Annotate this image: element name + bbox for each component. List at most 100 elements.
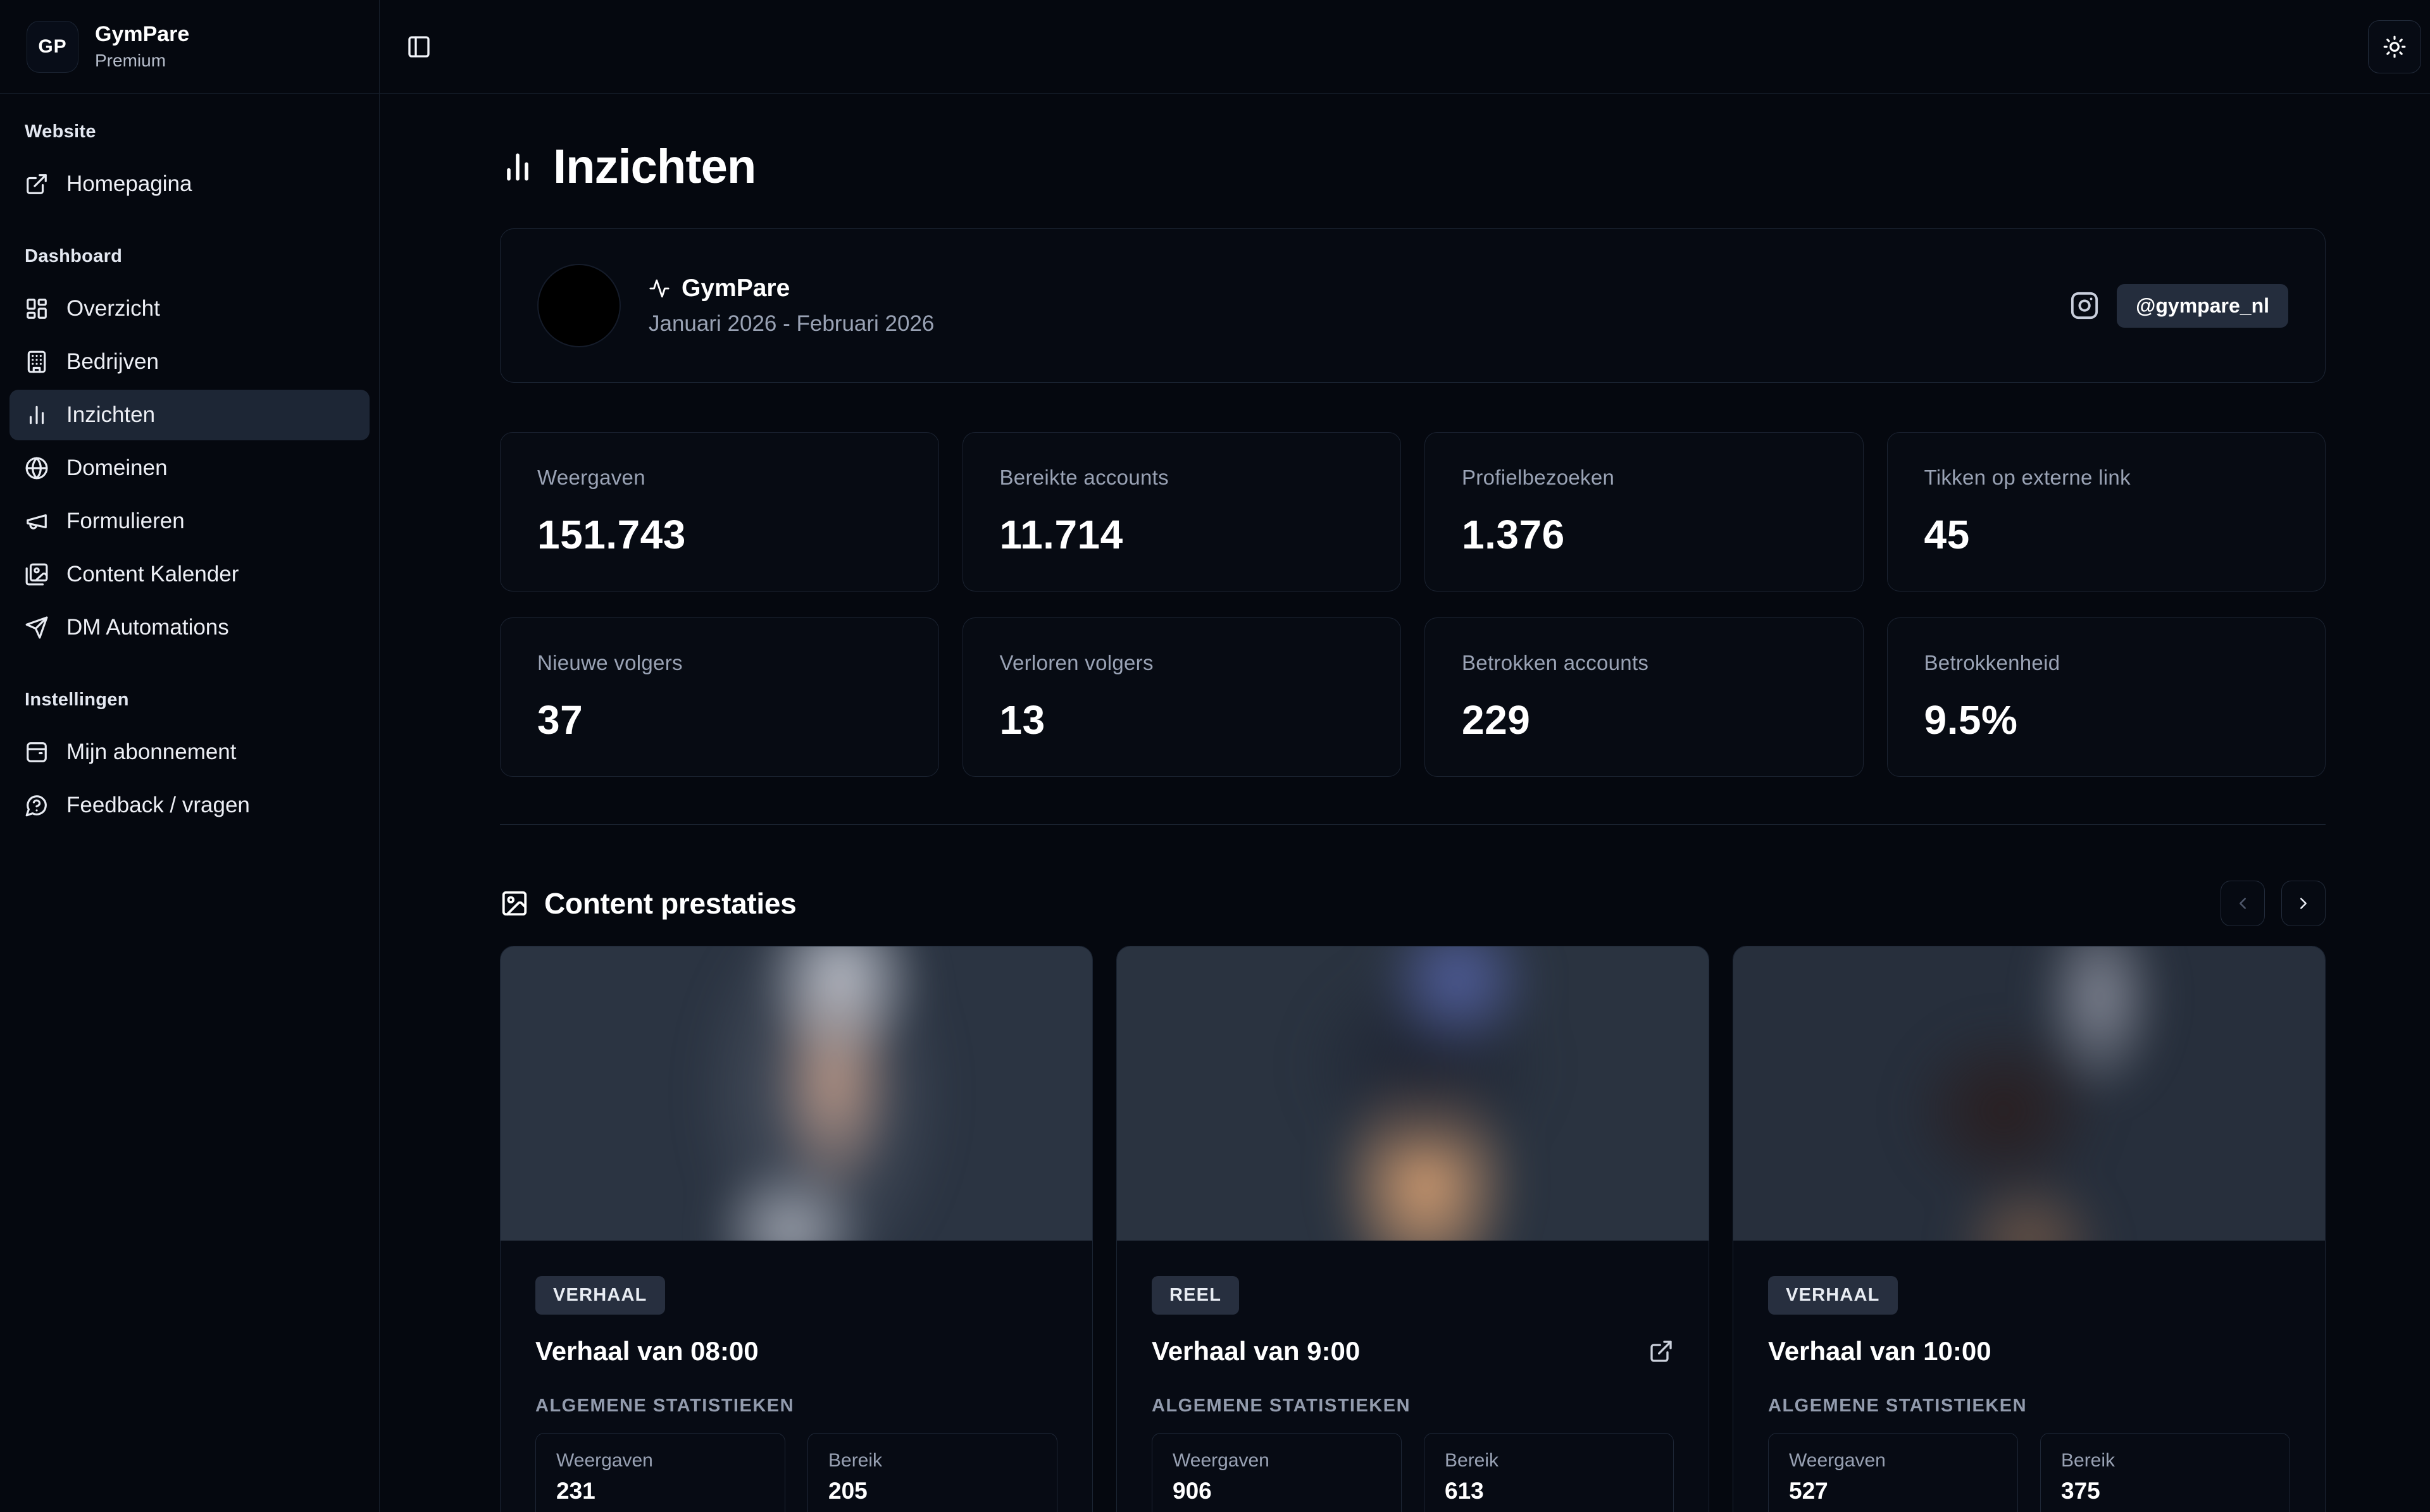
section-divider: [500, 824, 2326, 825]
topbar: [380, 0, 2430, 94]
panel-left-icon: [406, 34, 432, 59]
content-card-title: Verhaal van 08:00: [535, 1336, 759, 1366]
sidebar-sections: Website Homepagina Dashboard Overzicht B…: [0, 94, 379, 895]
chevron-right-icon: [2294, 894, 2313, 913]
brand-row: GP GymPare Premium: [0, 0, 379, 94]
content-card-image: [1117, 946, 1709, 1241]
stat-card-profielbezoeken: Profielbezoeken 1.376: [1424, 432, 1864, 592]
page-title-row: Inzichten: [500, 139, 2326, 194]
external-link-icon: [25, 172, 49, 196]
profile-info: GymPare Januari 2026 - Februari 2026: [649, 275, 934, 337]
content-card[interactable]: REEL Verhaal van 9:00 ALGEMENE STATISTIE…: [1116, 946, 1709, 1512]
card-stats-heading: ALGEMENE STATISTIEKEN: [1768, 1396, 2290, 1416]
blurred-photo: [501, 946, 1092, 1241]
content-card[interactable]: VERHAAL Verhaal van 10:00 ALGEMENE STATI…: [1733, 946, 2326, 1512]
sidebar-item-domeinen[interactable]: Domeinen: [9, 443, 370, 493]
content-card[interactable]: VERHAAL Verhaal van 08:00 ALGEMENE STATI…: [500, 946, 1093, 1512]
content-card-body: VERHAAL Verhaal van 08:00 ALGEMENE STATI…: [501, 1241, 1092, 1512]
send-icon: [25, 616, 49, 640]
card-stats-heading: ALGEMENE STATISTIEKEN: [535, 1396, 1057, 1416]
instagram-icon: [2070, 291, 2099, 320]
stat-value: 13: [1000, 697, 1364, 743]
sidebar-item-label: Bedrijven: [66, 349, 159, 375]
sidebar-item-overzicht[interactable]: Overzicht: [9, 283, 370, 334]
metric-value: 613: [1445, 1478, 1653, 1504]
metric-box: Weergaven 527: [1768, 1433, 2018, 1512]
sidebar-item-feedback-vragen[interactable]: Feedback / vragen: [9, 780, 370, 831]
sidebar-item-dm-automations[interactable]: DM Automations: [9, 602, 370, 653]
carousel-controls: [2221, 881, 2326, 926]
stat-label: Verloren volgers: [1000, 651, 1364, 675]
sidebar-section-items: Overzicht Bedrijven Inzichten Domeinen F…: [9, 283, 370, 653]
sidebar-section-items: Mijn abonnement Feedback / vragen: [9, 727, 370, 831]
sidebar-item-label: Formulieren: [66, 509, 185, 534]
carousel-prev-button[interactable]: [2221, 881, 2265, 926]
image-icon: [500, 889, 529, 918]
sidebar-item-inzichten[interactable]: Inzichten: [9, 390, 370, 440]
app-root: GP GymPare Premium Website Homepagina Da…: [0, 0, 2430, 1512]
stat-label: Weergaven: [537, 466, 902, 490]
profile-card: GymPare Januari 2026 - Februari 2026 @gy…: [500, 228, 2326, 383]
megaphone-icon: [25, 509, 49, 533]
blurred-photo: [1117, 946, 1709, 1241]
sidebar-item-label: DM Automations: [66, 615, 229, 640]
brand-name: GymPare: [95, 22, 189, 47]
avatar: [537, 264, 621, 347]
metric-box: Bereik 613: [1424, 1433, 1674, 1512]
metric-box: Bereik 205: [807, 1433, 1057, 1512]
content-card-title: Verhaal van 10:00: [1768, 1336, 1991, 1366]
content-section-header: Content prestaties: [500, 881, 2326, 926]
external-link-icon[interactable]: [1648, 1339, 1674, 1364]
metric-box: Weergaven 231: [535, 1433, 785, 1512]
blurred-photo: [1733, 946, 2325, 1241]
content-type-badge: VERHAAL: [535, 1276, 665, 1315]
wallet-icon: [25, 740, 49, 764]
content-section-title: Content prestaties: [544, 886, 796, 920]
sidebar-item-bedrijven[interactable]: Bedrijven: [9, 337, 370, 387]
metric-label: Weergaven: [556, 1450, 764, 1472]
stat-value: 45: [1924, 511, 2289, 558]
sidebar-item-homepagina[interactable]: Homepagina: [9, 159, 370, 209]
metric-value: 906: [1173, 1478, 1381, 1504]
sidebar-section: Instellingen Mijn abonnement Feedback / …: [9, 690, 370, 831]
stat-card-verloren-volgers: Verloren volgers 13: [963, 617, 1402, 777]
profile-period: Januari 2026 - Februari 2026: [649, 311, 934, 337]
card-metrics: Weergaven 906 Bereik 613: [1152, 1433, 1674, 1512]
sidebar-item-mijn-abonnement[interactable]: Mijn abonnement: [9, 727, 370, 778]
sidebar: GP GymPare Premium Website Homepagina Da…: [0, 0, 380, 1512]
stats-grid: Weergaven 151.743 Bereikte accounts 11.7…: [500, 432, 2326, 777]
layout-dashboard-icon: [25, 297, 49, 321]
sidebar-item-label: Inzichten: [66, 402, 155, 428]
stat-card-weergaven: Weergaven 151.743: [500, 432, 939, 592]
content-card-image: [1733, 946, 2325, 1241]
metric-box: Weergaven 906: [1152, 1433, 1402, 1512]
metric-value: 205: [828, 1478, 1037, 1504]
profile-name: GymPare: [682, 275, 790, 302]
sidebar-toggle-button[interactable]: [399, 27, 439, 67]
content-type-badge: VERHAAL: [1768, 1276, 1898, 1315]
stat-card-nieuwe-volgers: Nieuwe volgers 37: [500, 617, 939, 777]
instagram-handle-badge[interactable]: @gympare_nl: [2117, 284, 2288, 328]
sidebar-item-content-kalender[interactable]: Content Kalender: [9, 549, 370, 600]
metric-value: 231: [556, 1478, 764, 1504]
theme-toggle-button[interactable]: [2368, 20, 2421, 73]
metric-value: 527: [1789, 1478, 1997, 1504]
content-column: Inzichten GymPare Januari 2026 - Februar…: [380, 0, 2430, 1512]
stat-card-betrokkenheid: Betrokkenheid 9.5%: [1887, 617, 2326, 777]
content-card-title: Verhaal van 9:00: [1152, 1336, 1360, 1366]
card-metrics: Weergaven 527 Bereik 375: [1768, 1433, 2290, 1512]
carousel-next-button[interactable]: [2281, 881, 2326, 926]
globe-icon: [25, 456, 49, 480]
sidebar-item-label: Content Kalender: [66, 562, 239, 587]
content-card-body: REEL Verhaal van 9:00 ALGEMENE STATISTIE…: [1117, 1241, 1709, 1512]
metric-label: Bereik: [828, 1450, 1037, 1472]
card-stats-heading: ALGEMENE STATISTIEKEN: [1152, 1396, 1674, 1416]
brand-plan: Premium: [95, 51, 189, 71]
content-cards-grid: VERHAAL Verhaal van 08:00 ALGEMENE STATI…: [500, 946, 2326, 1512]
stat-label: Betrokkenheid: [1924, 651, 2289, 675]
stat-label: Profielbezoeken: [1462, 466, 1826, 490]
activity-icon: [649, 278, 670, 299]
images-icon: [25, 562, 49, 586]
sidebar-item-formulieren[interactable]: Formulieren: [9, 496, 370, 547]
brand-text: GymPare Premium: [95, 22, 189, 71]
